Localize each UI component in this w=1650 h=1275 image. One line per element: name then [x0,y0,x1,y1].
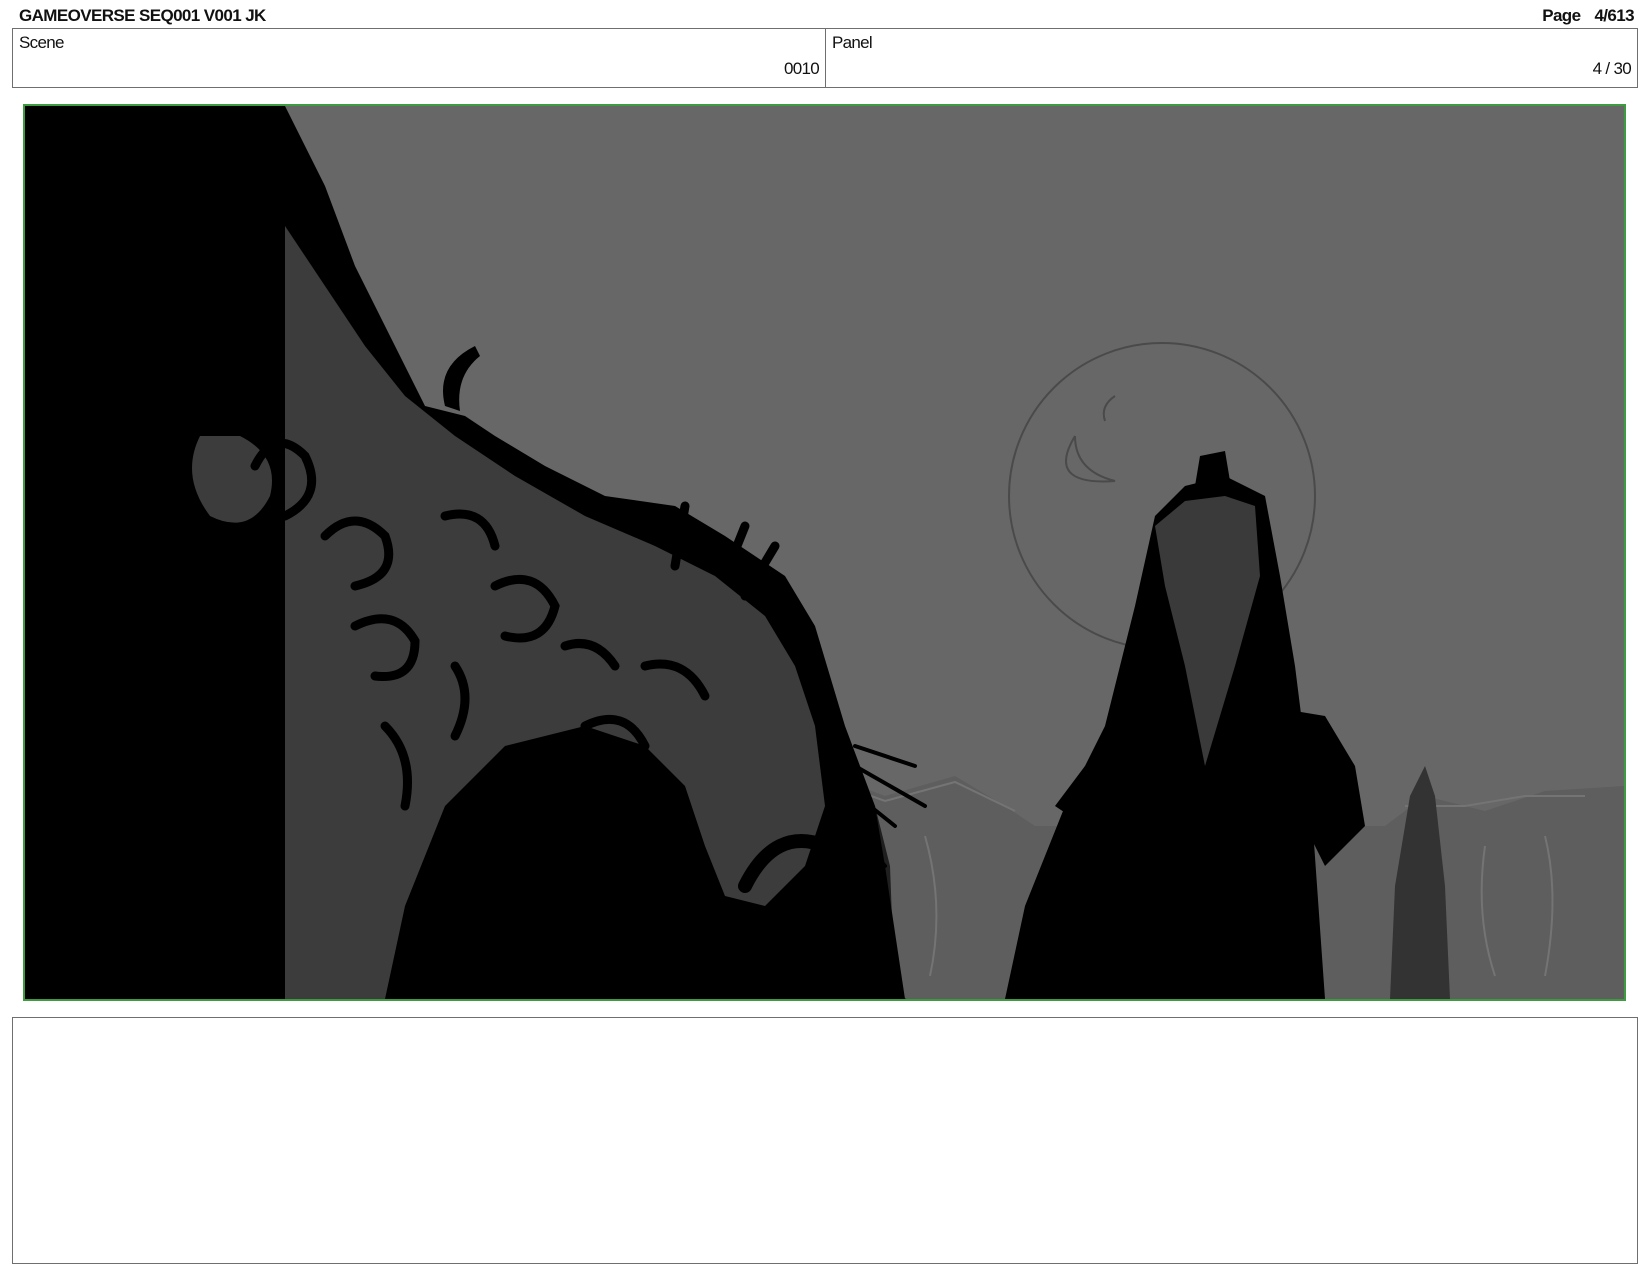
storyboard-panel [23,104,1626,1001]
scene-label: Scene [19,33,64,52]
page-label: Page [1542,6,1581,25]
notes-box [12,1017,1638,1264]
storyboard-artwork [25,106,1624,999]
panel-label: Panel [832,33,873,52]
page-number: 4/613 [1594,6,1634,25]
info-bar: Scene 0010 Panel 4 / 30 [12,28,1638,88]
panel-cell: Panel 4 / 30 [826,29,1637,87]
page-counter: Page 4/613 [1542,6,1634,26]
panel-number: 4 / 30 [1592,59,1632,78]
scene-number: 0010 [783,59,820,78]
scene-cell: Scene 0010 [13,29,826,87]
document-title: GAMEOVERSE SEQ001 V001 JK [19,6,266,25]
